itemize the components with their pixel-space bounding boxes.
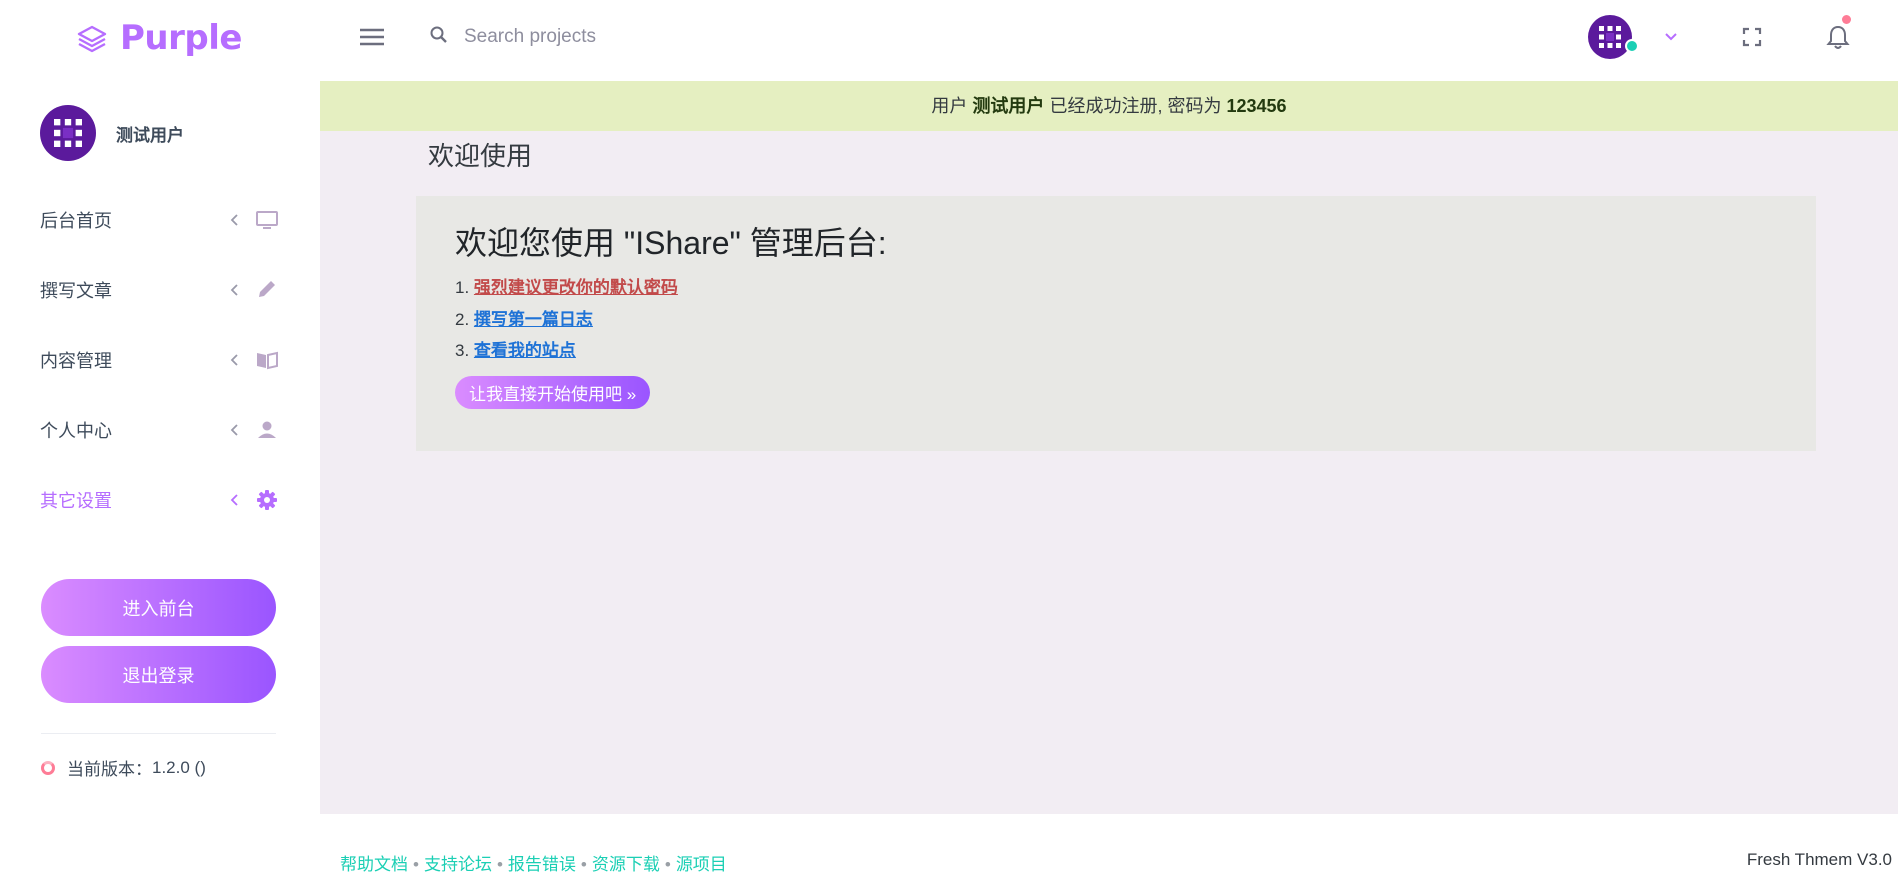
footer-separator: • — [664, 855, 671, 874]
list-item: 3. 查看我的站点 — [455, 335, 678, 367]
menu-toggle-icon[interactable] — [356, 23, 388, 51]
book-open-icon — [257, 351, 278, 370]
sidebar-item-write-post[interactable]: 撰写文章 — [40, 268, 280, 312]
sidebar-item-profile-center[interactable]: 个人中心 — [40, 408, 280, 452]
chevron-left-icon — [230, 354, 238, 366]
version-info: 当前版本： 1.2.0 () — [41, 755, 206, 780]
search-input[interactable] — [462, 18, 866, 56]
sidebar-item-label: 个人中心 — [40, 421, 112, 441]
footer-links: 帮助文档 • 支持论坛 • 报告错误 • 资源下载 • 源项目 — [340, 850, 727, 875]
footer: 帮助文档 • 支持论坛 • 报告错误 • 资源下载 • 源项目 Fresh Thmem V3.0 — [320, 814, 1898, 880]
list-item: 2. 撰写第一篇日志 — [455, 304, 678, 336]
gear-icon — [257, 490, 277, 510]
help-docs-link[interactable]: 帮助文档 — [340, 855, 408, 874]
chevron-left-icon — [230, 284, 238, 296]
notification-dot — [1842, 15, 1851, 24]
list-item: 1. 强烈建议更改你的默认密码 — [455, 272, 678, 304]
step-number: 3. — [455, 341, 470, 360]
version-value: 1.2.0 () — [152, 757, 206, 777]
sidebar-item-dashboard[interactable]: 后台首页 — [40, 198, 280, 242]
sidebar-item-label: 其它设置 — [40, 491, 112, 511]
welcome-panel: 欢迎您使用 "IShare" 管理后台: 1. 强烈建议更改你的默认密码 2. … — [416, 196, 1816, 451]
view-site-link[interactable]: 查看我的站点 — [474, 341, 576, 360]
sidebar: 测试用户 后台首页 撰写文章 内容管理 个人中心 其它设置 进入前台 退出登录 … — [0, 81, 320, 880]
welcome-heading: 欢迎您使用 "IShare" 管理后台: — [455, 225, 887, 261]
sidebar-item-other-settings[interactable]: 其它设置 — [40, 478, 280, 522]
monitor-icon — [256, 211, 278, 229]
chevron-left-icon — [230, 494, 238, 506]
layers-icon — [77, 25, 107, 53]
page-title: 欢迎使用 — [428, 141, 533, 171]
alert-username: 测试用户 — [972, 96, 1045, 116]
main-content: 用户 测试用户 已经成功注册, 密码为 123456 欢迎使用 欢迎您使用 "I… — [320, 81, 1898, 814]
bell-icon[interactable] — [1823, 22, 1853, 52]
theme-credit: Fresh Thmem V3.0 — [1746, 850, 1892, 869]
footer-separator: • — [496, 855, 503, 874]
avatar[interactable] — [1588, 15, 1632, 59]
sidebar-item-label: 撰写文章 — [40, 281, 112, 301]
enter-frontend-button[interactable]: 进入前台 — [41, 579, 276, 636]
profile-name: 测试用户 — [116, 125, 184, 145]
sidebar-item-content-management[interactable]: 内容管理 — [40, 338, 280, 382]
brand-logo-link[interactable]: Purple — [76, 14, 242, 62]
footer-separator: • — [413, 855, 419, 874]
logout-button[interactable]: 退出登录 — [41, 646, 276, 703]
change-password-link[interactable]: 强烈建议更改你的默认密码 — [474, 278, 678, 297]
online-status-dot — [1625, 39, 1639, 53]
account-icon — [258, 421, 276, 438]
step-number: 1. — [455, 278, 470, 297]
start-using-button[interactable]: 让我直接开始使用吧 » — [455, 376, 651, 409]
alert-prefix: 用户 — [931, 96, 968, 116]
fullscreen-icon[interactable] — [1739, 24, 1765, 50]
source-project-link[interactable]: 源项目 — [676, 855, 727, 874]
sidebar-profile[interactable]: 测试用户 — [40, 105, 184, 161]
registration-alert: 用户 测试用户 已经成功注册, 密码为 123456 — [320, 81, 1898, 131]
alert-password: 123456 — [1226, 96, 1287, 116]
getting-started-list: 1. 强烈建议更改你的默认密码 2. 撰写第一篇日志 3. 查看我的站点 — [455, 272, 678, 367]
footer-separator: • — [580, 855, 587, 874]
version-ring-icon — [41, 760, 55, 775]
pencil-icon — [259, 281, 275, 297]
chevron-left-icon — [230, 214, 238, 226]
chevron-down-icon[interactable] — [1660, 26, 1682, 48]
version-label: 当前版本： — [67, 760, 152, 779]
resource-download-link[interactable]: 资源下载 — [592, 855, 660, 874]
search-icon — [430, 26, 447, 43]
alert-middle: 已经成功注册, 密码为 — [1049, 96, 1222, 116]
sidebar-divider — [41, 733, 276, 734]
sidebar-item-label: 内容管理 — [40, 351, 112, 371]
top-navbar: Purple — [0, 0, 1898, 81]
chevron-left-icon — [230, 424, 238, 436]
support-forum-link[interactable]: 支持论坛 — [424, 855, 492, 874]
report-bug-link[interactable]: 报告错误 — [508, 855, 576, 874]
step-number: 2. — [455, 309, 470, 329]
avatar — [40, 105, 96, 161]
write-first-post-link[interactable]: 撰写第一篇日志 — [474, 310, 593, 329]
sidebar-item-label: 后台首页 — [40, 211, 112, 231]
brand-name: Purple — [120, 18, 242, 58]
